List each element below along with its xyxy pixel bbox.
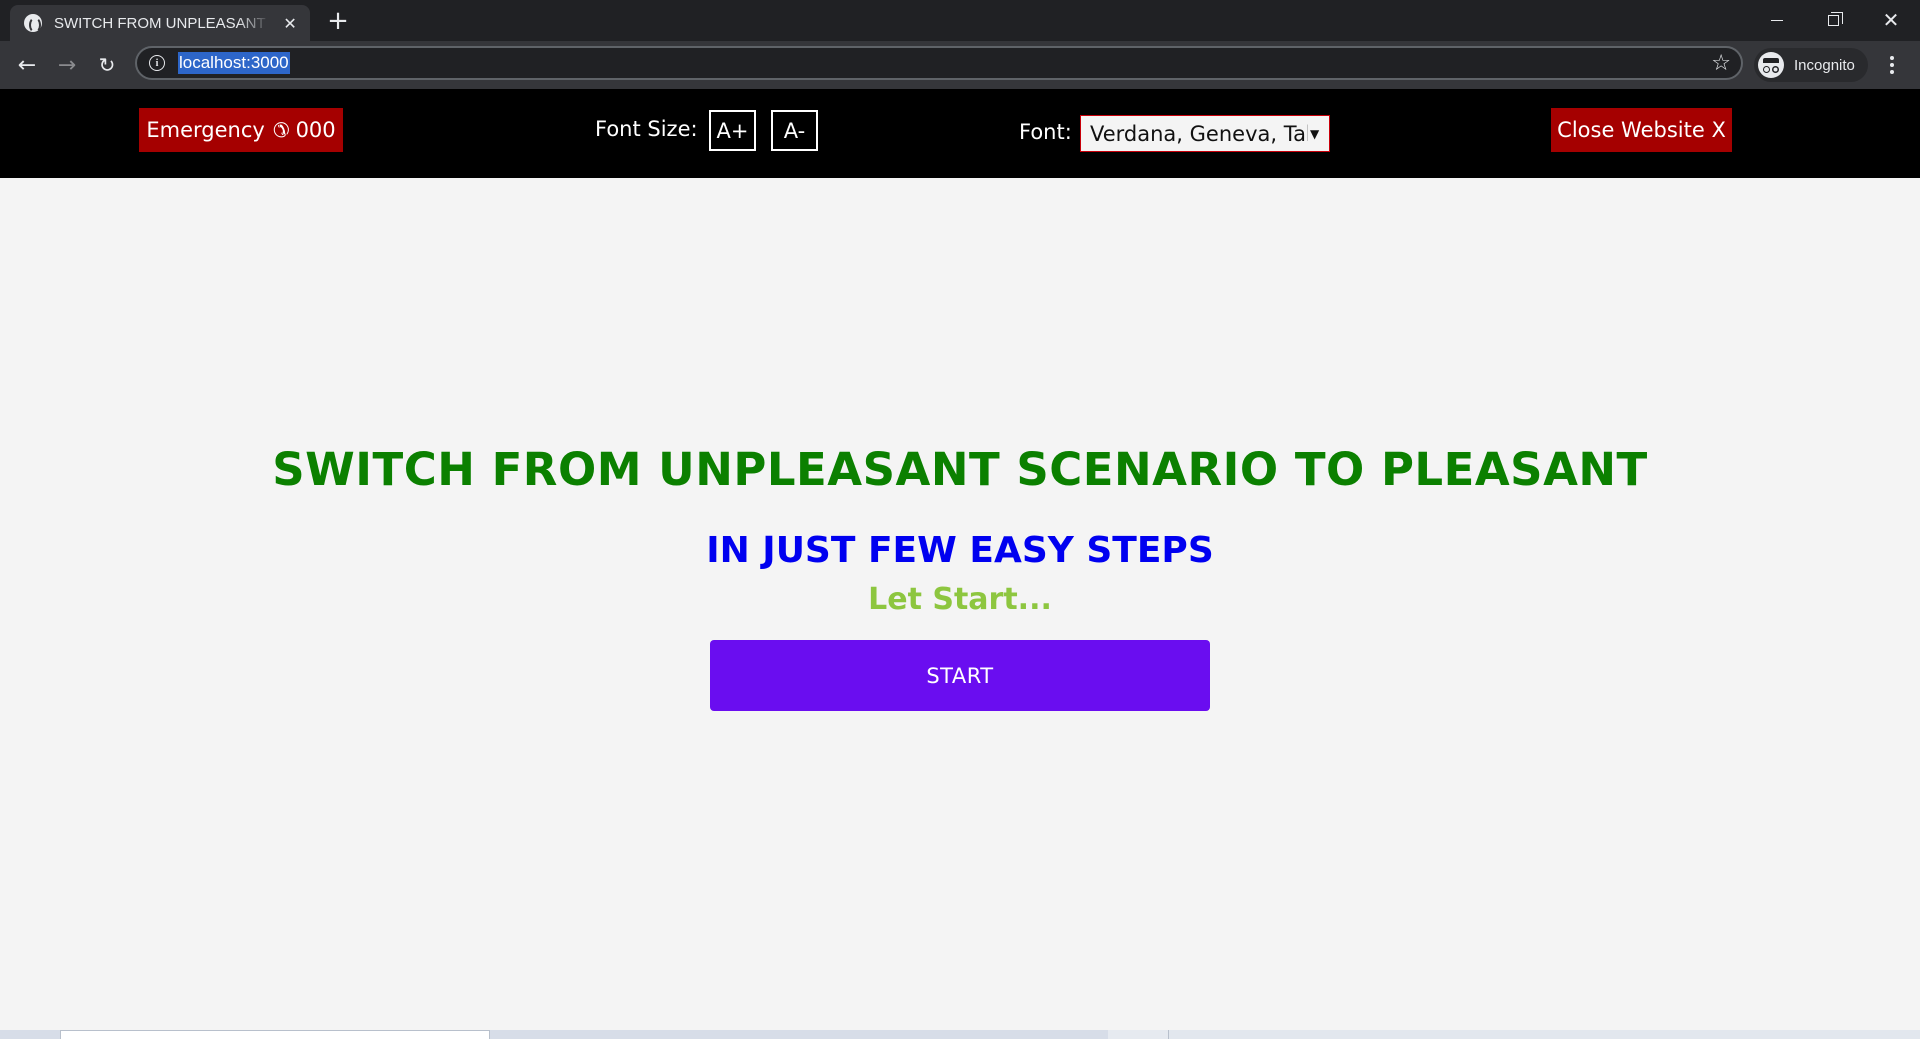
url-text[interactable]: localhost:3000 <box>178 52 290 74</box>
font-select-value: Verdana, Geneva, Tahoma, sans-serif <box>1090 121 1308 146</box>
site-header: Emergency ✆ 000 Font Size: A+ A- Font: V… <box>0 89 1920 178</box>
start-button[interactable]: START <box>710 640 1210 711</box>
browser-tab-strip: SWITCH FROM UNPLEASANT SCENARIO TO PLEAS… <box>0 0 1920 41</box>
reload-icon[interactable]: ↻ <box>91 49 123 81</box>
phone-icon: ✆ <box>272 118 290 142</box>
page-subtitle: IN JUST FEW EASY STEPS <box>706 530 1214 571</box>
close-icon[interactable]: ✕ <box>280 14 300 33</box>
tagline: Let Start... <box>868 582 1052 617</box>
incognito-profile-button[interactable]: Incognito <box>1754 48 1868 82</box>
minimize-icon[interactable] <box>1752 4 1802 36</box>
emergency-button[interactable]: Emergency ✆ 000 <box>139 108 343 152</box>
os-taskbar <box>0 1030 1920 1039</box>
profile-label: Incognito <box>1794 56 1855 74</box>
decrease-font-button[interactable]: A- <box>771 110 818 151</box>
plus-icon[interactable]: + <box>324 8 352 36</box>
emergency-label: Emergency <box>146 118 265 142</box>
kebab-menu-icon[interactable] <box>1880 53 1904 77</box>
star-icon[interactable]: ☆ <box>1711 51 1731 76</box>
font-size-label: Font Size: <box>595 117 698 141</box>
close-website-button[interactable]: Close Website X <box>1551 108 1732 152</box>
font-label: Font: <box>1019 120 1072 144</box>
incognito-icon <box>1758 52 1784 78</box>
forward-arrow-icon[interactable]: → <box>51 49 83 81</box>
increase-font-button[interactable]: A+ <box>709 110 756 151</box>
browser-tab[interactable]: SWITCH FROM UNPLEASANT SCENARIO TO PLEAS… <box>10 5 310 41</box>
taskbar-tray <box>1168 1030 1920 1039</box>
address-bar[interactable]: i localhost:3000 ☆ <box>135 46 1743 80</box>
back-arrow-icon[interactable]: ← <box>11 49 43 81</box>
tab-title: SWITCH FROM UNPLEASANT SCENARIO TO PLEAS… <box>54 14 270 32</box>
page-title: SWITCH FROM UNPLEASANT SCENARIO TO PLEAS… <box>272 443 1648 496</box>
chevron-down-icon: ▼ <box>1310 126 1320 141</box>
browser-toolbar: ← → ↻ i localhost:3000 ☆ Incognito <box>0 41 1920 89</box>
info-icon[interactable]: i <box>149 55 165 71</box>
font-family-select[interactable]: Verdana, Geneva, Tahoma, sans-serif ▼ <box>1080 115 1330 152</box>
globe-icon <box>24 14 42 33</box>
maximize-icon[interactable] <box>1808 4 1858 36</box>
taskbar-search[interactable] <box>60 1030 490 1039</box>
taskbar-item[interactable] <box>1108 1030 1168 1039</box>
emergency-number: 000 <box>295 118 336 142</box>
window-close-icon[interactable]: ✕ <box>1866 4 1916 36</box>
